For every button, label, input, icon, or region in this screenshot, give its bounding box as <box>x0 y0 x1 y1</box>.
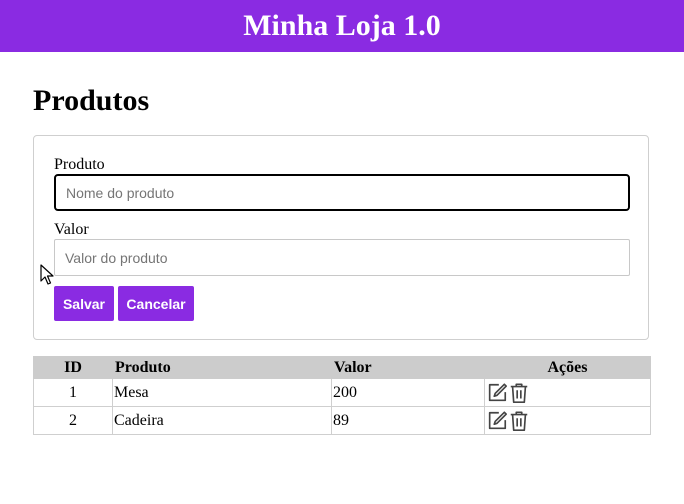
row-actions <box>484 406 651 435</box>
product-label: Produto <box>54 156 105 173</box>
row-value: 89 <box>331 406 485 435</box>
row-id: 1 <box>33 378 113 407</box>
table-header-row: ID Produto Valor Ações <box>33 356 651 379</box>
product-name-input[interactable] <box>54 174 630 211</box>
table-row: 1 Mesa 200 <box>33 378 651 407</box>
trash-icon[interactable] <box>508 410 530 432</box>
column-header-value: Valor <box>331 356 485 379</box>
save-button[interactable]: Salvar <box>54 286 114 321</box>
page-title: Produtos <box>33 84 150 117</box>
value-label: Valor <box>54 221 89 238</box>
row-product-name: Mesa <box>112 378 332 407</box>
edit-icon[interactable] <box>486 410 508 432</box>
column-header-product: Produto <box>112 356 332 379</box>
products-table: ID Produto Valor Ações 1 Mesa 200 2 Cade… <box>33 356 651 435</box>
column-header-id: ID <box>33 356 113 379</box>
row-product-name: Cadeira <box>112 406 332 435</box>
edit-icon[interactable] <box>486 382 508 404</box>
row-id: 2 <box>33 406 113 435</box>
trash-icon[interactable] <box>508 382 530 404</box>
cancel-button[interactable]: Cancelar <box>118 286 194 321</box>
app-title: Minha Loja 1.0 <box>243 9 441 42</box>
mouse-cursor-icon <box>40 264 54 285</box>
product-form: Produto Valor Salvar Cancelar <box>33 135 649 340</box>
app-header: Minha Loja 1.0 <box>0 0 684 52</box>
product-value-input[interactable] <box>54 239 630 276</box>
column-header-actions: Ações <box>484 356 651 379</box>
row-actions <box>484 378 651 407</box>
row-value: 200 <box>331 378 485 407</box>
table-row: 2 Cadeira 89 <box>33 406 651 435</box>
